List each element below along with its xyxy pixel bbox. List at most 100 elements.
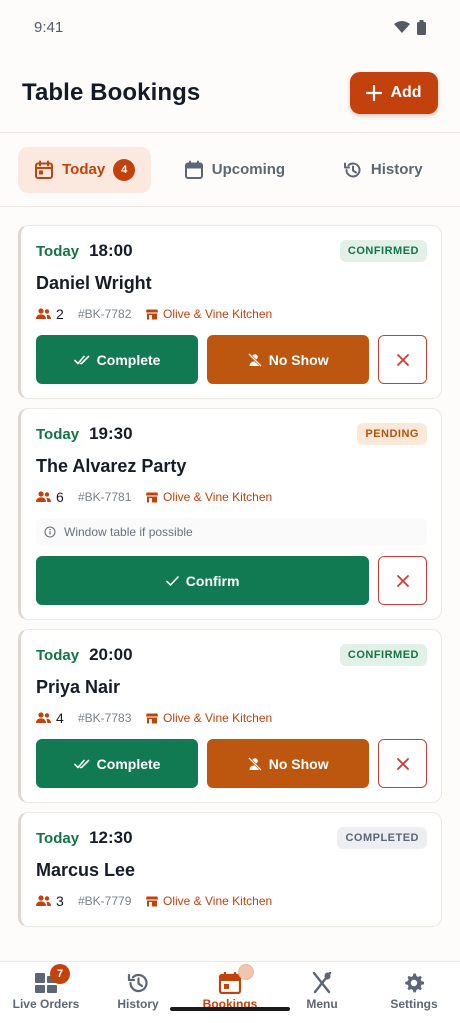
gear-icon: [405, 973, 424, 993]
nav-history[interactable]: History: [92, 962, 184, 1023]
tab-upcoming-label: Upcoming: [211, 161, 286, 178]
tab-today[interactable]: Today 4: [18, 146, 152, 193]
people-icon: [36, 308, 51, 319]
guest-name: Marcus Lee: [36, 860, 136, 880]
utensils-icon: [312, 972, 332, 994]
venue-name: Olive & Vine Kitchen: [163, 490, 273, 504]
nav-settings-label: Settings: [390, 997, 438, 1011]
add-button-label: Add: [390, 84, 422, 101]
booking-actions: Confirm: [36, 556, 427, 605]
tab-today-label: Today: [62, 161, 106, 178]
nav-menu[interactable]: Menu: [276, 962, 368, 1023]
party-size: 4: [36, 710, 78, 726]
no-show-button[interactable]: No Show: [207, 335, 370, 384]
status-badge: PENDING: [357, 423, 427, 445]
party-size-value: 4: [56, 710, 64, 726]
cancel-booking-button[interactable]: [378, 335, 427, 384]
venue-name: Olive & Vine Kitchen: [163, 894, 273, 908]
booking-datetime: Today 19:30: [36, 424, 133, 444]
close-icon: [396, 574, 409, 587]
booking-actions: Complete No Show: [36, 739, 427, 788]
nav-history-label: History: [117, 997, 159, 1011]
bottom-navigation: 7 Live Orders History Bookings Menu Sett…: [0, 961, 460, 1023]
nav-live-orders[interactable]: 7 Live Orders: [0, 962, 92, 1023]
complete-button-label: Complete: [96, 755, 161, 772]
people-icon: [36, 895, 51, 906]
storefront-icon: [146, 713, 158, 723]
nav-bookings[interactable]: Bookings: [184, 962, 276, 1023]
guest-name: The Alvarez Party: [36, 456, 187, 476]
confirm-button-label: Confirm: [185, 572, 240, 589]
double-check-icon: [73, 759, 89, 768]
check-icon: [165, 575, 179, 586]
party-size: 2: [36, 306, 78, 322]
booking-card[interactable]: Today 20:00 CONFIRMED Priya Nair 4 #BK-7…: [18, 629, 442, 803]
booking-day: Today: [36, 647, 80, 664]
booking-meta: 6 #BK-7781 Olive & Vine Kitchen: [36, 486, 427, 508]
venue: Olive & Vine Kitchen: [146, 490, 272, 504]
battery-icon: [417, 19, 426, 35]
home-indicator[interactable]: [170, 1007, 290, 1011]
tab-history[interactable]: History: [324, 147, 442, 193]
people-icon: [36, 491, 51, 502]
info-icon: [44, 526, 56, 538]
booking-day: Today: [36, 243, 80, 260]
booking-time: 18:00: [89, 241, 133, 260]
booking-day: Today: [36, 426, 80, 443]
cancel-booking-button[interactable]: [378, 739, 427, 788]
nav-menu-label: Menu: [306, 997, 338, 1011]
plus-icon: [366, 85, 383, 101]
booking-card-header: Today 19:30 PENDING: [36, 423, 427, 445]
party-size: 3: [36, 893, 78, 909]
booking-card[interactable]: Today 12:30 COMPLETED Marcus Lee 3 #BK-7…: [18, 812, 442, 927]
status-icons: [393, 19, 426, 35]
confirm-button[interactable]: Confirm: [36, 556, 370, 605]
booking-reference: #BK-7782: [78, 307, 132, 321]
booking-card[interactable]: Today 19:30 PENDING The Alvarez Party 6 …: [18, 408, 442, 620]
close-icon: [396, 353, 409, 366]
booking-reference: #BK-7783: [78, 711, 132, 725]
booking-card-header: Today 18:00 CONFIRMED: [36, 240, 427, 262]
guest-name: Daniel Wright: [36, 273, 152, 293]
status-badge: COMPLETED: [337, 827, 427, 849]
booking-meta: 4 #BK-7783 Olive & Vine Kitchen: [36, 707, 427, 729]
venue-name: Olive & Vine Kitchen: [163, 307, 273, 321]
tab-today-count-badge: 4: [113, 158, 136, 181]
people-icon: [36, 712, 51, 723]
double-check-icon: [73, 355, 89, 364]
tab-upcoming[interactable]: Upcoming: [165, 147, 303, 193]
venue: Olive & Vine Kitchen: [146, 894, 272, 908]
booking-reference: #BK-7781: [78, 490, 132, 504]
party-size: 6: [36, 489, 78, 505]
booking-actions: Complete No Show: [36, 335, 427, 384]
venue-name: Olive & Vine Kitchen: [163, 711, 273, 725]
complete-button[interactable]: Complete: [36, 739, 199, 788]
page-title: Table Bookings: [22, 79, 201, 106]
booking-card[interactable]: Today 18:00 CONFIRMED Daniel Wright 2 #B…: [18, 225, 442, 399]
storefront-icon: [146, 492, 158, 502]
no-show-button-label: No Show: [268, 755, 329, 772]
no-show-button[interactable]: No Show: [207, 739, 370, 788]
history-icon: [127, 973, 148, 993]
booking-day: Today: [36, 830, 80, 847]
booking-time: 19:30: [89, 424, 133, 443]
venue: Olive & Vine Kitchen: [146, 307, 272, 321]
calendar-today-icon: [35, 160, 54, 179]
booking-card-header: Today 20:00 CONFIRMED: [36, 644, 427, 666]
tab-history-label: History: [370, 161, 423, 178]
app-header: Table Bookings Add: [0, 54, 460, 133]
booking-datetime: Today 12:30: [36, 828, 133, 848]
add-booking-button[interactable]: Add: [350, 72, 438, 114]
status-badge: CONFIRMED: [339, 240, 427, 262]
booking-card-header: Today 12:30 COMPLETED: [36, 827, 427, 849]
cancel-booking-button[interactable]: [378, 556, 427, 605]
no-show-button-label: No Show: [268, 351, 329, 368]
nav-settings[interactable]: Settings: [368, 962, 460, 1023]
booking-time: 12:30: [89, 828, 133, 847]
calendar-icon: [184, 160, 203, 179]
booking-meta: 3 #BK-7779 Olive & Vine Kitchen: [36, 890, 427, 912]
complete-button[interactable]: Complete: [36, 335, 199, 384]
status-time: 9:41: [34, 18, 64, 36]
person-off-icon: [247, 352, 262, 367]
booking-tabs: Today 4 Upcoming History: [0, 133, 460, 207]
